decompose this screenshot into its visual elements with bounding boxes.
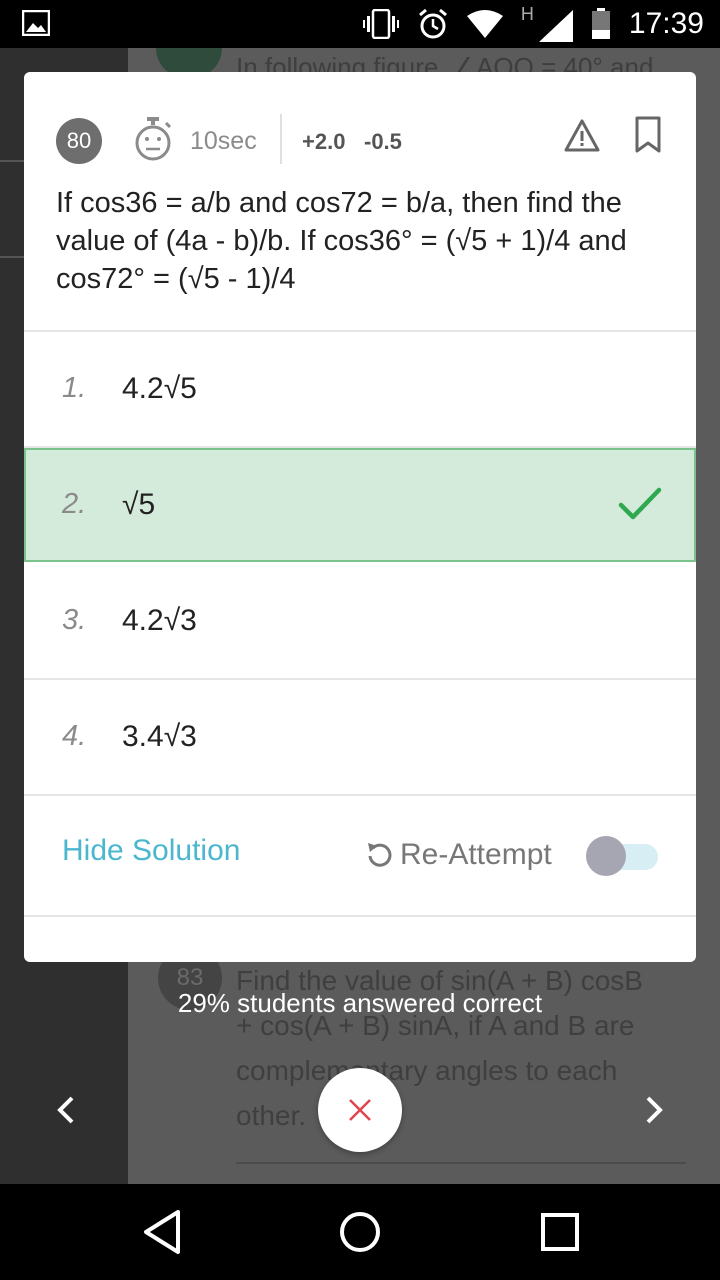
option-text: 4.2√3 <box>122 604 197 637</box>
option-text: 3.4√3 <box>122 720 197 753</box>
background-divider <box>0 160 24 162</box>
system-nav-bar <box>0 1184 720 1280</box>
home-icon[interactable] <box>338 1210 382 1254</box>
positive-marks: +2.0 <box>302 129 346 154</box>
vibrate-icon <box>362 9 399 39</box>
network-type: H <box>520 4 534 24</box>
option-text: 4.2√5 <box>122 372 197 405</box>
background-divider <box>236 1162 686 1164</box>
reattempt-icon <box>368 843 392 867</box>
signal-icon <box>538 10 573 42</box>
option-number: 2. <box>62 488 87 520</box>
reattempt-toggle-thumb[interactable] <box>586 836 626 876</box>
background-next-question: Find the value of sin(A + B) cosB + cos(… <box>236 965 643 1131</box>
gallery-icon <box>22 10 50 36</box>
option-3[interactable]: 3. 4.2√3 <box>24 564 696 678</box>
question-text: If cos36 = a/b and cos72 = b/a, then fin… <box>56 187 627 295</box>
option-number: 1. <box>62 372 87 404</box>
solution-actions: Hide Solution Re-Attempt <box>24 796 696 914</box>
check-icon <box>618 487 662 520</box>
chevron-left-icon[interactable] <box>46 1090 86 1130</box>
clock: 17:39 <box>628 7 704 40</box>
status-bar: H 17:39 <box>0 0 720 48</box>
hide-solution-button[interactable]: Hide Solution <box>62 834 240 868</box>
option-1[interactable]: 1. 4.2√5 <box>24 332 696 446</box>
option-4[interactable]: 4. 3.4√3 <box>24 680 696 794</box>
timer-value: 10sec <box>190 127 257 155</box>
chevron-right-icon[interactable] <box>634 1090 674 1130</box>
option-2[interactable]: 2. √5 <box>24 448 696 562</box>
option-number: 4. <box>62 720 87 752</box>
background-divider <box>0 256 24 258</box>
back-icon[interactable] <box>140 1208 184 1256</box>
recent-apps-icon[interactable] <box>540 1212 580 1252</box>
option-text: √5 <box>122 488 156 521</box>
toast-message: 29% students answered correct <box>177 988 543 1018</box>
header-separator <box>280 114 282 164</box>
reattempt-label: Re-Attempt <box>400 838 552 871</box>
question-number: 80 <box>56 118 102 164</box>
report-warning-icon[interactable] <box>564 118 600 154</box>
question-header: 80 10sec +2.0 -0.5 <box>24 110 696 172</box>
alarm-icon <box>418 8 447 39</box>
negative-marks: -0.5 <box>364 129 402 154</box>
stopwatch-face-icon <box>135 117 172 161</box>
wifi-icon <box>466 10 503 38</box>
close-icon <box>349 1099 371 1121</box>
option-number: 3. <box>62 604 87 636</box>
bookmark-icon[interactable] <box>634 116 662 154</box>
close-button[interactable] <box>318 1068 402 1152</box>
question-card: 80 10sec +2.0 -0.5 If cos36 = a/b and co… <box>24 72 696 962</box>
divider <box>24 915 696 917</box>
battery-icon <box>591 8 610 39</box>
